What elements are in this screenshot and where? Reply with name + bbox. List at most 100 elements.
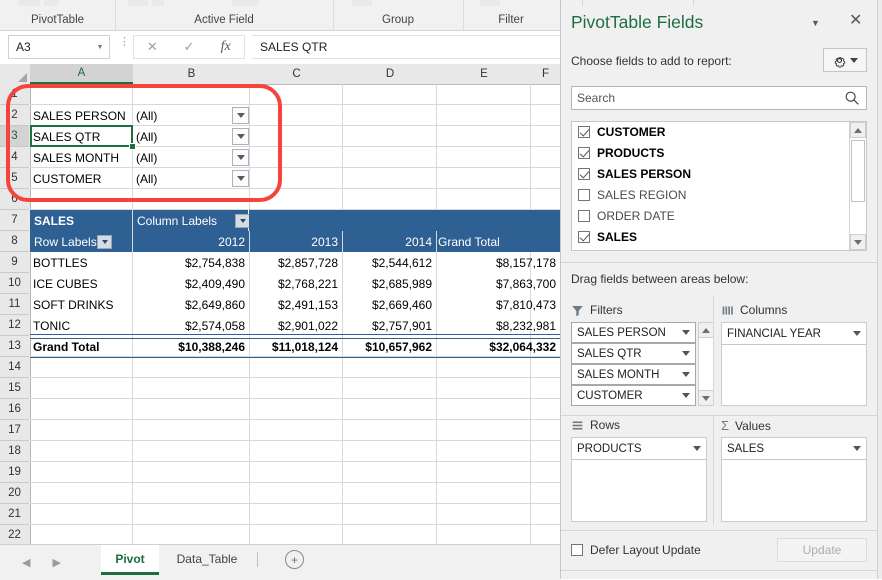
filter-field-name[interactable]: SALES MONTH [30, 147, 132, 168]
row-labels-filter-icon[interactable] [97, 235, 112, 249]
cancel-x-icon[interactable]: ✕ [134, 39, 171, 55]
field-list-item-products[interactable]: PRODUCTS [572, 142, 849, 163]
filter-dropdown-icon[interactable] [232, 170, 249, 187]
defer-layout-update-row[interactable]: Defer Layout Update [571, 543, 701, 557]
field-checkbox[interactable] [578, 167, 590, 180]
chevron-down-icon[interactable] [850, 57, 858, 63]
chevron-down-icon[interactable] [853, 331, 861, 336]
ribbon-group-pivottable[interactable]: PivotTable [0, 0, 116, 30]
filter-field-value[interactable]: (All) [133, 105, 233, 126]
row-header-6[interactable]: 6 [0, 189, 29, 210]
field-list-item-sales[interactable]: SALES [572, 226, 849, 247]
search-icon[interactable] [843, 89, 861, 107]
chevron-down-icon[interactable] [853, 446, 861, 451]
row-header-8[interactable]: 8 [0, 231, 29, 252]
field-list-item-order-date[interactable]: ORDER DATE [572, 205, 849, 226]
row-header-11[interactable]: 11 [0, 294, 29, 315]
chevron-down-icon[interactable] [682, 330, 690, 335]
insert-function-icon[interactable]: fx [207, 39, 244, 55]
prev-sheet-icon[interactable]: ◀ [22, 556, 30, 569]
field-checkbox[interactable] [578, 188, 590, 201]
field-checkbox[interactable] [578, 125, 590, 138]
name-box[interactable]: A3 ▼ [8, 35, 110, 59]
ribbon-group-group[interactable]: Group [333, 0, 464, 30]
column-labels-filter-icon[interactable] [235, 214, 250, 228]
column-header-b[interactable]: B [133, 64, 251, 84]
row-header-3[interactable]: 3 [0, 126, 29, 147]
scroll-down-icon[interactable] [850, 234, 866, 250]
scroll-up-icon[interactable] [698, 322, 714, 338]
filter-field-name[interactable]: CUSTOMER [30, 168, 132, 189]
row-header-20[interactable]: 20 [0, 483, 29, 504]
column-header-d[interactable]: D [343, 64, 438, 84]
chevron-down-icon[interactable] [682, 351, 690, 356]
field-checkbox[interactable] [578, 230, 590, 243]
chevron-down-icon[interactable] [682, 393, 690, 398]
filters-area-item[interactable]: SALES MONTH [571, 364, 696, 385]
filter-dropdown-icon[interactable] [232, 149, 249, 166]
pivot-row-label[interactable]: SOFT DRINKS [30, 294, 132, 315]
filter-dropdown-icon[interactable] [232, 107, 249, 124]
row-header-9[interactable]: 9 [0, 252, 29, 273]
scroll-down-icon[interactable] [698, 390, 714, 406]
row-header-7[interactable]: 7 [0, 210, 29, 231]
values-area-item[interactable]: SALES [722, 438, 866, 459]
rows-area-item[interactable]: PRODUCTS [572, 438, 706, 459]
ribbon-group-active-field[interactable]: Active Field [115, 0, 334, 30]
chevron-down-icon[interactable]: ▼ [811, 18, 820, 28]
chevron-down-icon[interactable] [693, 446, 701, 451]
sheet-tab-data-table[interactable]: Data_Table [162, 545, 252, 572]
column-header-f[interactable]: F [531, 64, 560, 84]
filters-area-item[interactable]: CUSTOMER [571, 385, 696, 406]
row-header-15[interactable]: 15 [0, 378, 29, 399]
row-header-4[interactable]: 4 [0, 147, 29, 168]
field-checkbox[interactable] [578, 209, 590, 222]
pivot-row-label[interactable]: ICE CUBES [30, 273, 132, 294]
add-sheet-icon[interactable]: + [285, 550, 304, 569]
field-list-item-sales-person[interactable]: SALES PERSON [572, 163, 849, 184]
search-input[interactable]: Search [572, 91, 843, 105]
select-all-corner[interactable] [0, 64, 31, 84]
column-header-a[interactable]: A [30, 64, 134, 84]
chevron-down-icon[interactable]: ▼ [91, 44, 109, 51]
row-header-18[interactable]: 18 [0, 441, 29, 462]
field-list-item-customer[interactable]: CUSTOMER [572, 122, 849, 142]
column-header-e[interactable]: E [437, 64, 532, 84]
row-header-2[interactable]: 2 [0, 105, 29, 126]
row-header-17[interactable]: 17 [0, 420, 29, 441]
row-header-10[interactable]: 10 [0, 273, 29, 294]
row-header-1[interactable]: 1 [0, 84, 29, 105]
pivot-value-field-label[interactable]: SALES [30, 210, 132, 231]
columns-area-item[interactable]: FINANCIAL YEAR [722, 323, 866, 344]
scrollbar-thumb[interactable] [851, 140, 865, 202]
column-header-c[interactable]: C [250, 64, 344, 84]
field-search-box[interactable]: Search [571, 86, 867, 110]
field-checkbox[interactable] [578, 146, 590, 159]
filter-field-value[interactable]: (All) [133, 168, 233, 189]
chevron-down-icon[interactable] [682, 372, 690, 377]
pivot-column-labels-header[interactable]: Column Labels [133, 210, 248, 231]
filter-field-value[interactable]: (All) [133, 147, 233, 168]
ribbon-group-filter[interactable]: Filter [463, 0, 559, 30]
filters-area-item[interactable]: SALES QTR [571, 343, 696, 364]
row-header-16[interactable]: 16 [0, 399, 29, 420]
filter-dropdown-icon[interactable] [232, 128, 249, 145]
filter-field-value[interactable]: (All) [133, 126, 233, 147]
row-header-5[interactable]: 5 [0, 168, 29, 189]
fill-handle[interactable] [129, 143, 136, 150]
next-sheet-icon[interactable]: ▶ [52, 556, 60, 569]
close-icon[interactable]: ✕ [849, 13, 862, 29]
field-list-item-sales-region[interactable]: SALES REGION [572, 184, 849, 205]
field-list-item-financial-year[interactable]: FINANCIAL YEAR [572, 247, 849, 250]
row-header-19[interactable]: 19 [0, 462, 29, 483]
defer-layout-update-checkbox[interactable] [571, 544, 583, 556]
row-header-21[interactable]: 21 [0, 504, 29, 525]
active-cell-selection[interactable] [30, 125, 133, 147]
row-header-22[interactable]: 22 [0, 525, 29, 544]
sheet-nav-arrows[interactable]: ◀ ▶ [22, 553, 92, 571]
row-header-13[interactable]: 13 [0, 336, 29, 357]
row-header-14[interactable]: 14 [0, 357, 29, 378]
confirm-check-icon[interactable]: ✓ [171, 39, 208, 55]
row-header-12[interactable]: 12 [0, 315, 29, 336]
sheet-tab-pivot[interactable]: Pivot [101, 545, 159, 575]
